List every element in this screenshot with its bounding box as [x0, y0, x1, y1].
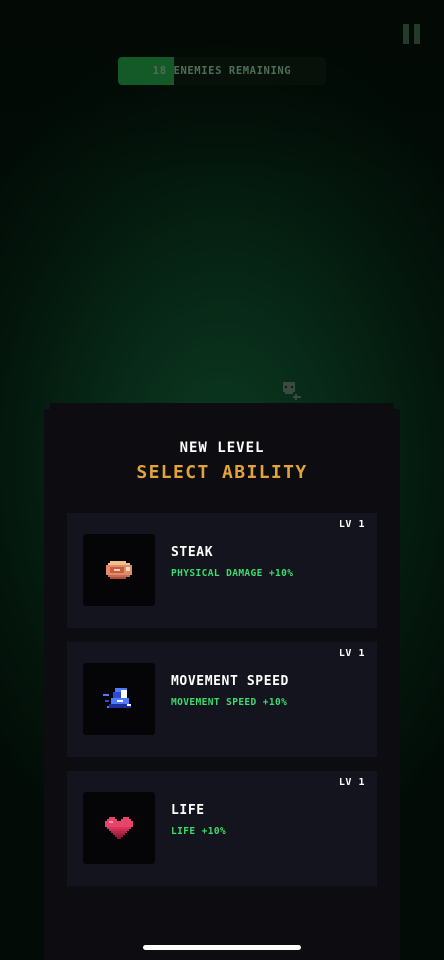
pause-button[interactable] [403, 24, 421, 44]
ability-description: LIFE +10% [171, 826, 227, 837]
ability-icon-frame [83, 792, 155, 864]
ability-card-movement-speed[interactable]: LV 1 MOVEMENT SPEED MOVEMENT SPEED +10% [67, 642, 377, 757]
skull-icon [283, 382, 301, 400]
ability-icon-frame [83, 663, 155, 735]
enemies-remaining-text: 18 ENEMIES REMAINING [152, 65, 292, 77]
heart-icon [105, 817, 133, 839]
ability-description: MOVEMENT SPEED +10% [171, 697, 288, 708]
ability-name: LIFE [171, 803, 205, 818]
steak-icon [106, 561, 132, 579]
dialog-title: SELECT ABILITY [136, 462, 308, 483]
ability-level: LV 1 [338, 519, 365, 530]
ability-icon-frame [83, 534, 155, 606]
dialog-subtitle: NEW LEVEL [179, 440, 265, 456]
ability-description: PHYSICAL DAMAGE +10% [171, 568, 294, 579]
pause-icon-bar-left [403, 24, 409, 44]
home-indicator[interactable] [143, 945, 301, 950]
ability-card-life[interactable]: LV 1 LIFE LIFE +10% [67, 771, 377, 886]
enemies-remaining-bar: 18 ENEMIES REMAINING [118, 57, 326, 85]
ability-name: MOVEMENT SPEED [171, 674, 289, 689]
ability-level: LV 1 [338, 648, 365, 659]
top-shade [0, 0, 444, 180]
pause-icon-bar-right [414, 24, 420, 44]
boot-icon [103, 688, 131, 708]
ability-name: STEAK [171, 545, 214, 560]
ability-level: LV 1 [338, 777, 365, 788]
ability-card-steak[interactable]: LV 1 STEAK PHYSICAL DAMAGE +10% [67, 513, 377, 628]
